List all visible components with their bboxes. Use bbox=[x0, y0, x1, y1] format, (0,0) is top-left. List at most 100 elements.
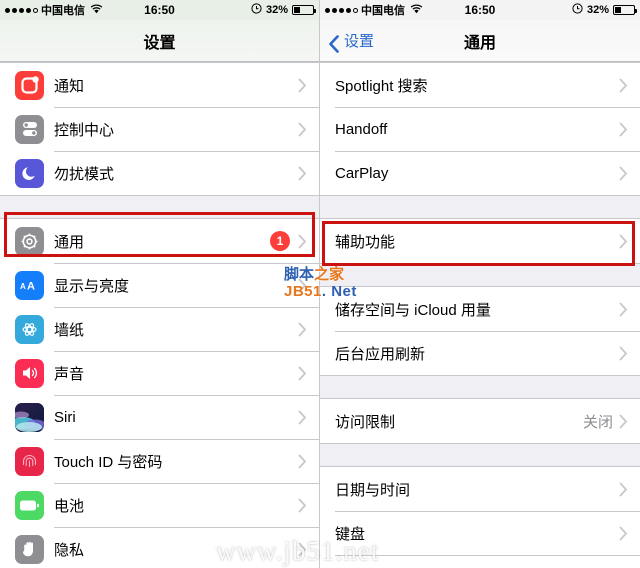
status-bar-right: 中国电信 16:50 32% bbox=[320, 0, 640, 20]
battery-icon bbox=[613, 5, 637, 15]
chevron-right-icon bbox=[619, 302, 628, 317]
general-row-date-time[interactable]: 日期与时间 bbox=[320, 467, 640, 511]
clock-label: 16:50 bbox=[464, 3, 496, 17]
watermark-brand-en-suffix: . Net bbox=[321, 283, 357, 300]
group-separator bbox=[320, 376, 640, 398]
chevron-right-icon bbox=[619, 526, 628, 541]
chevron-right-icon bbox=[298, 122, 307, 137]
svg-text:A: A bbox=[20, 282, 26, 291]
chevron-right-icon bbox=[619, 78, 628, 93]
row-label: Touch ID 与密码 bbox=[54, 453, 163, 471]
general-row-storage-icloud[interactable]: 储存空间与 iCloud 用量 bbox=[320, 287, 640, 331]
sound-icon bbox=[15, 358, 44, 388]
page-title: 设置 bbox=[143, 34, 176, 52]
settings-row-sound[interactable]: 声音 bbox=[0, 351, 319, 395]
status-bar-left: 中国电信 16:50 32% bbox=[0, 0, 319, 20]
settings-list[interactable]: 通知 控制中心 勿扰模式 通用 1 A A 显示与亮度 墙纸 声音 Siri T… bbox=[0, 62, 319, 568]
privacy-hand-icon bbox=[15, 534, 44, 564]
settings-group-2: 通用 1 AA 显示与亮度 墙纸 声音 Siri Touch ID 与密码 电池… bbox=[0, 218, 319, 568]
row-label: 显示与亮度 bbox=[54, 277, 130, 295]
svg-text:A: A bbox=[27, 281, 35, 293]
settings-row-notifications[interactable]: 通知 bbox=[0, 63, 319, 107]
chevron-right-icon bbox=[298, 322, 307, 337]
back-button-label: 设置 bbox=[344, 33, 375, 50]
chevron-left-icon bbox=[328, 34, 340, 53]
general-group-4: 访问限制 关闭 bbox=[320, 398, 640, 444]
settings-group-1: 通知 控制中心 勿扰模式 bbox=[0, 62, 319, 196]
watermark-brand-en: JB51. Net bbox=[284, 283, 357, 300]
settings-row-general[interactable]: 通用 1 bbox=[0, 219, 319, 263]
row-label: 电池 bbox=[54, 497, 85, 515]
row-label: 后台应用刷新 bbox=[335, 345, 426, 363]
chevron-right-icon bbox=[619, 346, 628, 361]
watermark-bottom-url: www.jb51.net bbox=[216, 536, 380, 566]
nav-bar-right: 设置 通用 bbox=[320, 20, 640, 62]
row-label: 墙纸 bbox=[54, 321, 85, 339]
row-label: 辅助功能 bbox=[335, 233, 396, 251]
chevron-right-icon bbox=[619, 234, 628, 249]
chevron-right-icon bbox=[298, 78, 307, 93]
do-not-disturb-icon bbox=[15, 158, 44, 188]
watermark-brand-cn: 脚本之家 bbox=[284, 266, 357, 283]
touch-id-icon bbox=[15, 446, 44, 476]
battery-icon bbox=[292, 5, 316, 15]
control-center-icon bbox=[15, 114, 44, 144]
general-group-1: Spotlight 搜索 Handoff CarPlay bbox=[320, 62, 640, 196]
chevron-right-icon bbox=[619, 166, 628, 181]
status-badge: 1 bbox=[270, 231, 290, 251]
group-separator bbox=[0, 196, 319, 218]
watermark-brand-cn-orange: 之家 bbox=[314, 266, 345, 283]
row-label: 访问限制 bbox=[335, 413, 396, 431]
battery-icon bbox=[15, 490, 44, 520]
row-label: 通知 bbox=[54, 77, 85, 95]
settings-row-siri[interactable]: Siri bbox=[0, 395, 319, 439]
chevron-right-icon bbox=[298, 410, 307, 425]
group-separator bbox=[320, 264, 640, 286]
row-label: CarPlay bbox=[335, 164, 389, 182]
settings-screen: 中国电信 16:50 32% 设置 通知 控制中心 勿扰模式 通用 1 A A … bbox=[0, 0, 320, 568]
chevron-right-icon bbox=[298, 498, 307, 513]
settings-row-wallpaper[interactable]: 墙纸 bbox=[0, 307, 319, 351]
watermark-brand-cn-blue: 脚本 bbox=[284, 266, 315, 283]
row-label: 声音 bbox=[54, 365, 85, 383]
wallpaper-icon bbox=[15, 314, 44, 344]
general-gear-icon bbox=[15, 226, 44, 256]
watermark-brand-en-prefix: JB51 bbox=[284, 283, 322, 300]
general-group-3: 储存空间与 iCloud 用量 后台应用刷新 bbox=[320, 286, 640, 376]
row-label: 控制中心 bbox=[54, 121, 115, 139]
settings-row-do-not-disturb[interactable]: 勿扰模式 bbox=[0, 151, 319, 195]
chevron-right-icon bbox=[298, 366, 307, 381]
row-value: 关闭 bbox=[582, 413, 613, 431]
settings-row-battery[interactable]: 电池 bbox=[0, 483, 319, 527]
group-separator bbox=[320, 196, 640, 218]
row-label: 储存空间与 iCloud 用量 bbox=[335, 301, 491, 319]
chevron-right-icon bbox=[298, 166, 307, 181]
clock-label: 16:50 bbox=[144, 3, 175, 17]
back-button[interactable]: 设置 bbox=[320, 30, 375, 53]
general-row-accessibility[interactable]: 辅助功能 bbox=[320, 219, 640, 263]
row-label: 日期与时间 bbox=[335, 481, 411, 499]
group-separator bbox=[320, 444, 640, 466]
nav-bar-left: 设置 bbox=[0, 20, 319, 62]
settings-row-control-center[interactable]: 控制中心 bbox=[0, 107, 319, 151]
row-label: Handoff bbox=[335, 120, 388, 138]
display-brightness-icon: AA bbox=[15, 270, 44, 300]
general-row-handoff[interactable]: Handoff bbox=[320, 107, 640, 151]
row-label: Siri bbox=[54, 408, 76, 426]
row-label: 勿扰模式 bbox=[54, 165, 115, 183]
row-label: 通用 bbox=[54, 233, 85, 251]
settings-row-display-brightness[interactable]: AA 显示与亮度 bbox=[0, 263, 319, 307]
notifications-icon bbox=[15, 70, 44, 100]
chevron-right-icon bbox=[619, 414, 628, 429]
general-row-restrictions[interactable]: 访问限制 关闭 bbox=[320, 399, 640, 443]
chevron-right-icon bbox=[298, 234, 307, 249]
general-row-background-app-refresh[interactable]: 后台应用刷新 bbox=[320, 331, 640, 375]
chevron-right-icon bbox=[619, 482, 628, 497]
settings-row-touch-id[interactable]: Touch ID 与密码 bbox=[0, 439, 319, 483]
chevron-right-icon bbox=[619, 122, 628, 137]
general-group-2: 辅助功能 bbox=[320, 218, 640, 264]
general-row-carplay[interactable]: CarPlay bbox=[320, 151, 640, 195]
general-row-spotlight-search[interactable]: Spotlight 搜索 bbox=[320, 63, 640, 107]
dual-screenshot-canvas: 中国电信 16:50 32% 设置 通知 控制中心 勿扰模式 通用 1 A A … bbox=[0, 0, 640, 568]
general-list[interactable]: Spotlight 搜索 Handoff CarPlay 辅助功能 储存空间与 … bbox=[320, 62, 640, 568]
